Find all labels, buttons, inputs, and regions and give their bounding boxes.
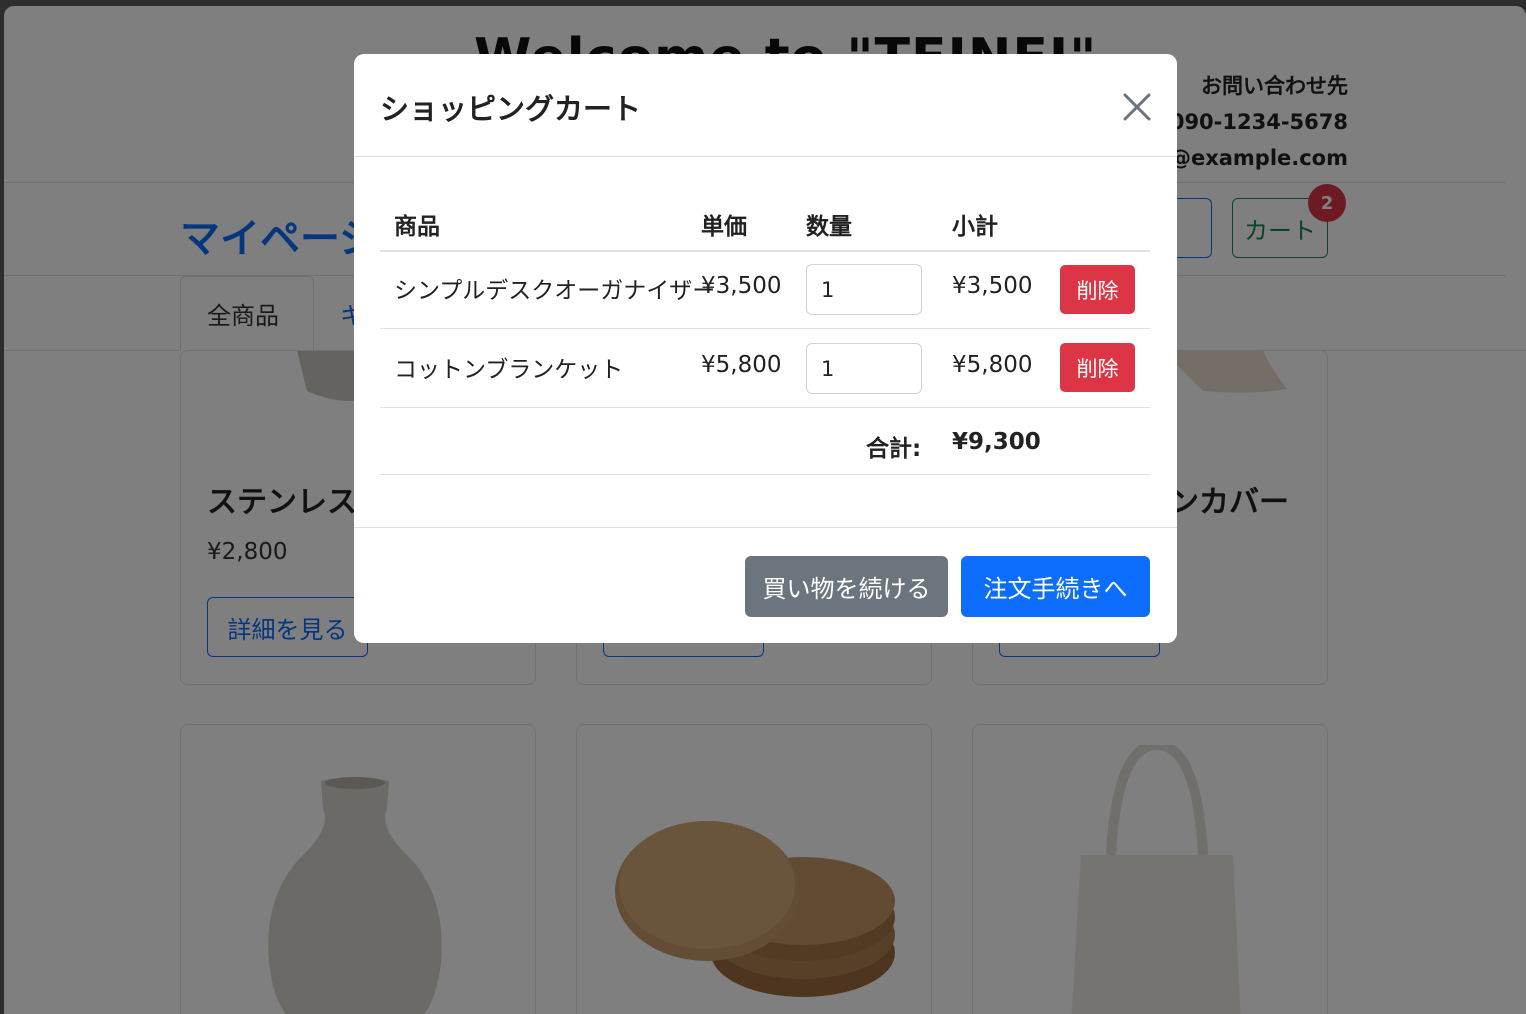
cart-modal: ショッピングカート 商品 単価 数量 小計 シンプルデスクオーガナイザー ¥3,… — [354, 54, 1177, 643]
continue-shopping-button[interactable]: 買い物を続ける — [745, 556, 948, 617]
delete-button[interactable]: 削除 — [1060, 265, 1135, 314]
item-name: シンプルデスクオーガナイザー — [394, 278, 716, 304]
total-value: ¥9,300 — [952, 429, 1041, 455]
modal-footer: 買い物を続ける 注文手続きへ — [354, 527, 1177, 643]
header-subtotal: 小計 — [952, 214, 998, 240]
header-quantity: 数量 — [806, 214, 852, 240]
row-divider — [380, 407, 1150, 408]
item-unit-price: ¥3,500 — [701, 273, 782, 299]
item-subtotal: ¥3,500 — [952, 273, 1033, 299]
header-product: 商品 — [394, 214, 440, 240]
total-divider — [380, 474, 1150, 475]
total-label: 合計: — [866, 436, 922, 462]
item-subtotal: ¥5,800 — [952, 352, 1033, 378]
quantity-input[interactable] — [806, 264, 922, 315]
header-divider — [380, 250, 1150, 252]
modal-header: ショッピングカート — [354, 54, 1177, 157]
header-unit-price: 単価 — [701, 214, 747, 240]
item-unit-price: ¥5,800 — [701, 352, 782, 378]
checkout-button[interactable]: 注文手続きへ — [961, 556, 1150, 617]
delete-button[interactable]: 削除 — [1060, 343, 1135, 392]
modal-title: ショッピングカート — [380, 92, 642, 126]
quantity-input[interactable] — [806, 343, 922, 394]
row-divider — [380, 328, 1150, 329]
close-icon[interactable] — [1118, 88, 1156, 126]
item-name: コットンブランケット — [394, 357, 624, 383]
